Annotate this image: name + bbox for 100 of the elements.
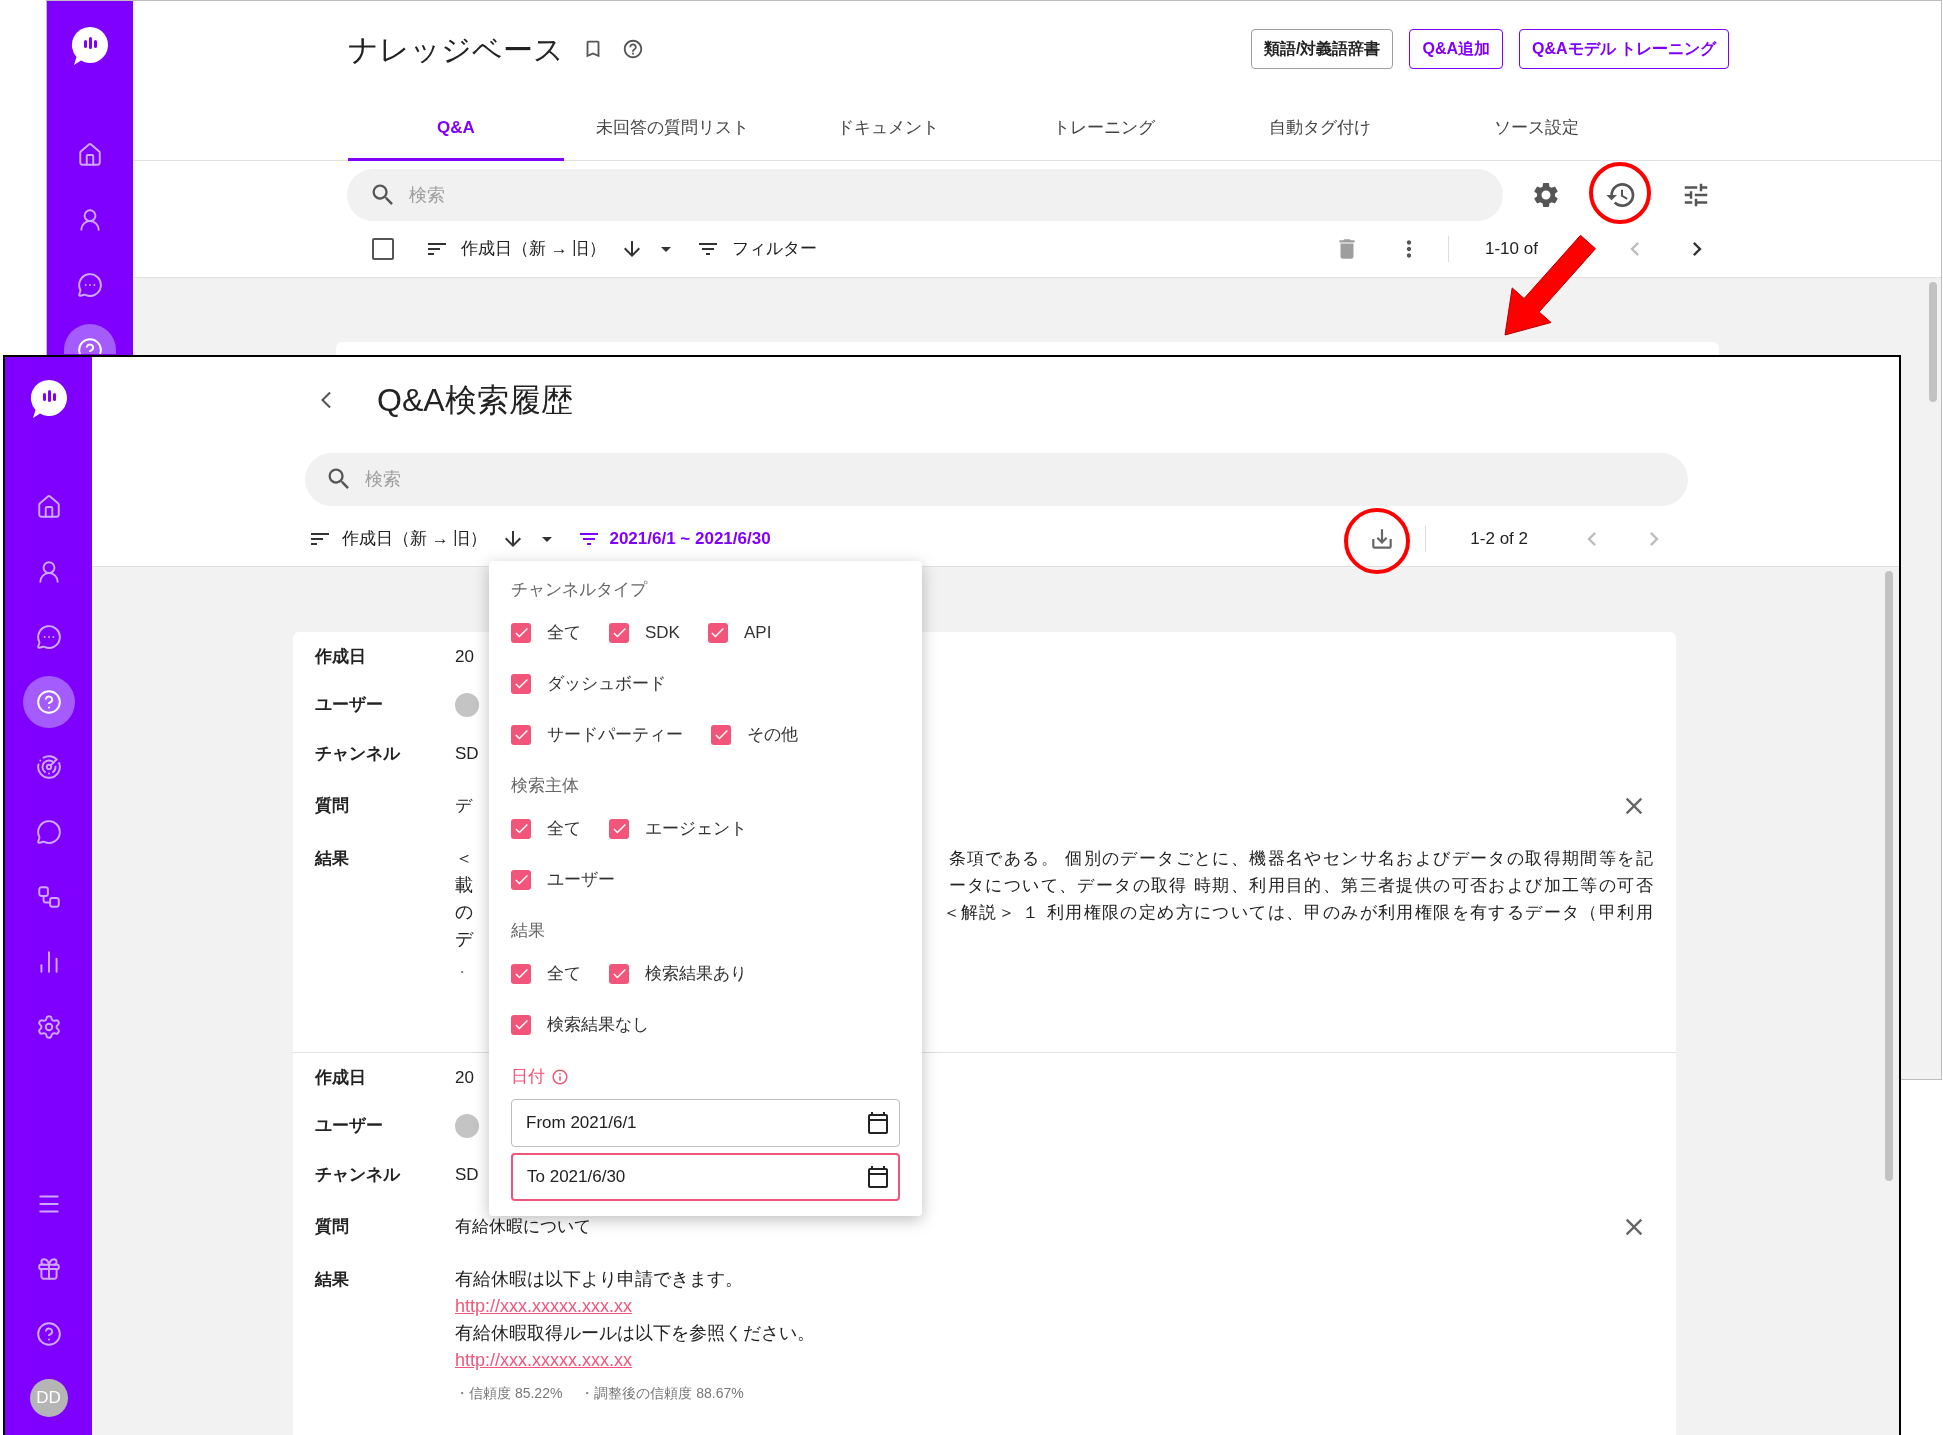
tab[interactable]: 自動タグ付け — [1212, 97, 1428, 161]
field-value: SD — [455, 1164, 479, 1187]
header-button[interactable]: Q&A追加 — [1409, 29, 1503, 69]
user-avatar — [455, 1114, 479, 1138]
result-text: の — [455, 901, 473, 924]
field-label: 結果 — [315, 848, 350, 870]
checkbox-label: 全て — [547, 962, 581, 985]
checkbox[interactable] — [511, 673, 531, 694]
checkbox-label: ユーザー — [547, 868, 615, 891]
section-heading: 日付 — [511, 1066, 545, 1089]
home-icon — [77, 142, 103, 168]
tab[interactable]: 未回答の質問リスト — [564, 97, 780, 161]
flow-icon — [35, 884, 62, 910]
checkbox[interactable] — [609, 963, 629, 984]
date-field[interactable]: From 2021/6/1 — [511, 1099, 900, 1147]
checkbox[interactable] — [511, 622, 531, 643]
date-field[interactable]: To 2021/6/30 — [511, 1153, 900, 1201]
field-value: 有給休暇について — [455, 1216, 591, 1239]
checkbox[interactable] — [511, 1014, 531, 1035]
result-text: 載 — [455, 874, 473, 897]
field-label: チャンネル — [315, 1164, 402, 1187]
checkbox[interactable] — [707, 622, 728, 643]
field-label: 質問 — [315, 1216, 350, 1239]
pagination-text: 1-2 of 2 — [1470, 527, 1528, 550]
result-text: 有給休暇は以下より申請できます。 — [455, 1268, 743, 1291]
checkbox[interactable] — [609, 818, 629, 839]
tab[interactable]: トレーニング — [996, 97, 1212, 161]
checkbox-label: 検索結果あり — [645, 962, 747, 985]
page-title: Q&A検索履歴 — [377, 381, 573, 420]
gift-icon — [35, 1256, 62, 1282]
checkbox-label: 全て — [547, 817, 581, 840]
field-label: 作成日 — [315, 1067, 367, 1090]
field-label: チャンネル — [315, 743, 402, 766]
result-text: デ — [455, 928, 473, 951]
section-heading: 結果 — [511, 920, 546, 943]
tab[interactable]: ソース設定 — [1428, 97, 1644, 161]
checkbox[interactable] — [511, 963, 531, 984]
confidence-note: ・信頼度 85.22% — [455, 1383, 563, 1403]
checkbox[interactable] — [609, 622, 629, 643]
confidence-note: ・調整後の信頼度 88.67% — [580, 1383, 744, 1403]
home-icon — [35, 494, 62, 520]
field-label: 質問 — [315, 795, 350, 818]
checkbox[interactable] — [372, 238, 394, 260]
checkbox-label: ダッシュボード — [547, 672, 666, 695]
tab[interactable]: Q&A — [348, 97, 564, 161]
checkbox[interactable] — [711, 724, 731, 745]
date-range-filter[interactable]: 2021/6/1 ~ 2021/6/30 — [609, 525, 771, 552]
radar-icon — [35, 754, 62, 780]
field-label: ユーザー — [315, 1115, 384, 1138]
chat-bubble-icon — [35, 624, 62, 650]
settings-icon — [35, 1014, 62, 1040]
checkbox-label: エージェント — [645, 817, 747, 840]
checkbox[interactable] — [511, 818, 531, 839]
checkbox-label: SDK — [645, 621, 680, 644]
field-value: SD — [455, 743, 479, 766]
info-icon[interactable] — [551, 1068, 569, 1086]
field-value: 20 — [455, 1067, 474, 1090]
settings-icon[interactable] — [1531, 180, 1561, 210]
user-avatar — [455, 693, 479, 717]
logo-icon — [70, 25, 110, 67]
section-heading: チャンネルタイプ — [511, 579, 649, 602]
checkbox[interactable] — [511, 869, 531, 890]
sidebar-item[interactable] — [64, 324, 116, 354]
checkbox-label: 全て — [547, 621, 581, 644]
result-text: 条項である。 個別のデータごとに、機器名やセンサ名およびデータの取得期間等を記 — [948, 847, 1654, 870]
field-value: デ — [455, 795, 472, 818]
search-field[interactable]: 検索 — [347, 169, 1503, 221]
chat-bubble-icon — [35, 819, 62, 845]
header-button[interactable]: Q&Aモデル トレーニング — [1519, 29, 1729, 69]
sidebar-item[interactable] — [22, 676, 75, 728]
help-icon — [35, 1321, 62, 1347]
checkbox-label: API — [743, 621, 772, 644]
sort-label[interactable]: 作成日（新 → 旧） — [461, 236, 607, 262]
checkbox-label: 検索結果なし — [547, 1013, 649, 1036]
field-value: 20 — [455, 646, 474, 669]
calendar-icon[interactable] — [866, 1165, 890, 1189]
result-text: ＜解説＞ １ 利用権限の定め方については、甲のみが利用権限を有するデータ（甲利用 — [942, 901, 1654, 924]
checkbox-label: サードパーティー — [547, 723, 683, 746]
search-field[interactable]: 検索 — [305, 453, 1688, 506]
user-icon — [77, 207, 103, 233]
help-icon — [35, 689, 62, 715]
field-label: 作成日 — [315, 646, 367, 669]
logo-icon — [28, 378, 69, 420]
checkbox[interactable] — [511, 724, 531, 745]
chat-bubble-icon — [77, 272, 103, 298]
filter-label[interactable]: フィルター — [732, 236, 818, 262]
result-text: ＜ — [455, 847, 473, 870]
result-text: ータについて、データの取得 時期、利用目的、第三者提供の可否および加工等の可否 — [948, 874, 1654, 897]
help-icon[interactable] — [622, 38, 644, 60]
confidence-note: ・ — [455, 962, 469, 982]
tab[interactable]: ドキュメント — [780, 97, 996, 161]
calendar-icon[interactable] — [866, 1111, 890, 1135]
sort-label[interactable]: 作成日（新 → 旧） — [342, 525, 488, 552]
checkbox-label: その他 — [747, 723, 798, 746]
result-text: 有給休暇取得ルールは以下を参照ください。 — [455, 1322, 815, 1345]
page-title: ナレッジベース — [348, 31, 564, 68]
field-label: 結果 — [315, 1269, 350, 1291]
pagination-text: 1-10 of — [1485, 238, 1539, 261]
field-label: ユーザー — [315, 694, 384, 717]
header-button[interactable]: 類語/対義語辞書 — [1251, 29, 1394, 69]
